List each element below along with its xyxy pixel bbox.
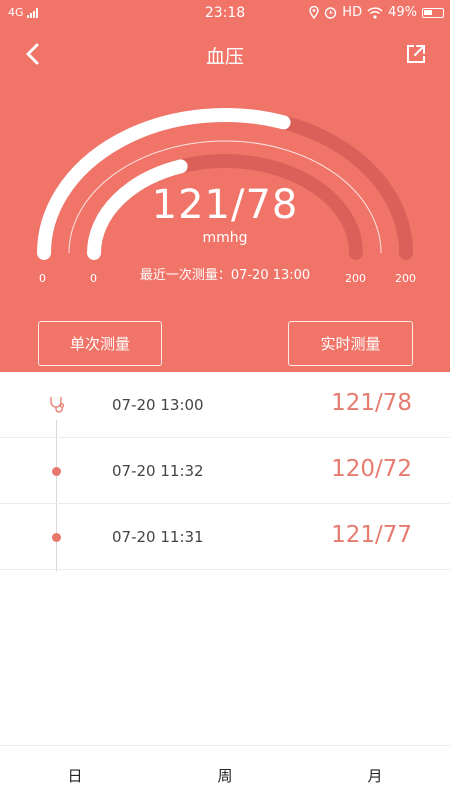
record-row[interactable]: 07-20 11:31 121/77 bbox=[0, 504, 450, 570]
battery-percent: 49% bbox=[388, 5, 417, 20]
tab-month[interactable]: 月 bbox=[345, 765, 405, 786]
location-icon bbox=[309, 6, 319, 19]
nav-bar: 血压 bbox=[0, 34, 450, 74]
share-icon[interactable] bbox=[402, 40, 430, 68]
realtime-measure-button[interactable]: 实时测量 bbox=[288, 321, 413, 366]
single-measure-button[interactable]: 单次测量 bbox=[38, 321, 162, 366]
record-value: 120/72 bbox=[331, 456, 412, 482]
bp-unit: mmhg bbox=[202, 230, 248, 246]
record-value: 121/77 bbox=[331, 522, 412, 548]
outer-max-label: 200 bbox=[395, 272, 416, 285]
record-row[interactable]: 07-20 11:32 120/72 bbox=[0, 438, 450, 504]
stethoscope-icon bbox=[50, 397, 65, 413]
timeline-dot bbox=[52, 533, 61, 542]
tab-week[interactable]: 周 bbox=[195, 765, 255, 786]
wifi-icon bbox=[367, 6, 383, 19]
status-icons: HD 49% bbox=[309, 5, 444, 20]
timeline-dot bbox=[52, 467, 61, 476]
last-measure-text: 最近一次测量：07-20 13:00 bbox=[139, 268, 311, 283]
page-title: 血压 bbox=[205, 46, 244, 68]
outer-min-label: 0 bbox=[39, 272, 46, 285]
period-tab-bar: 日 周 月 bbox=[0, 745, 450, 800]
record-row[interactable]: 07-20 13:00 121/78 bbox=[0, 372, 450, 438]
inner-min-label: 0 bbox=[90, 272, 97, 285]
record-value: 121/78 bbox=[331, 390, 412, 416]
record-time: 07-20 13:00 bbox=[112, 396, 204, 414]
battery-icon bbox=[422, 7, 444, 18]
tab-day[interactable]: 日 bbox=[45, 765, 105, 786]
record-time: 07-20 11:32 bbox=[112, 462, 204, 480]
alarm-icon bbox=[325, 7, 337, 19]
status-bar: 4G 23:18 HD 49% bbox=[0, 0, 450, 28]
hd-badge: HD bbox=[342, 5, 363, 20]
inner-max-label: 200 bbox=[345, 272, 366, 285]
record-time: 07-20 11:31 bbox=[112, 528, 204, 546]
bp-reading: 121/78 bbox=[151, 182, 299, 228]
